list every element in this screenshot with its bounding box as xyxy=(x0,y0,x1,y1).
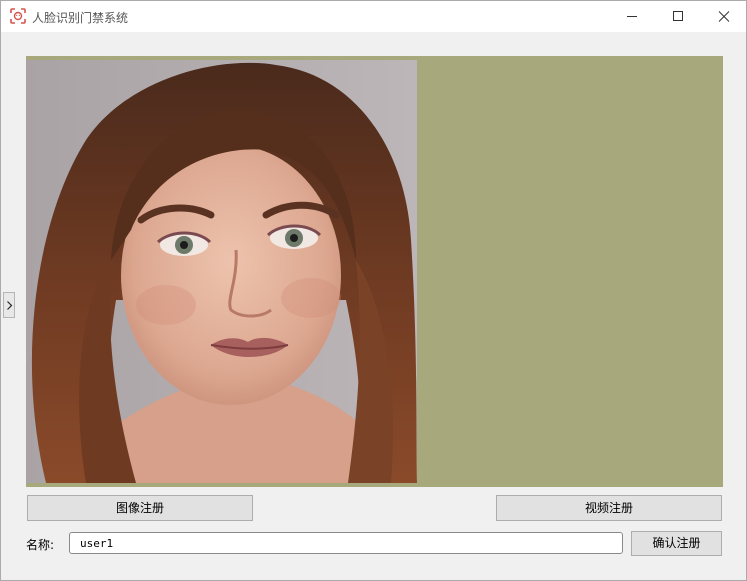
maximize-button[interactable] xyxy=(655,1,701,32)
minimize-button[interactable] xyxy=(609,1,655,32)
confirm-register-button[interactable]: 确认注册 xyxy=(631,531,722,556)
close-icon xyxy=(718,11,730,22)
close-button[interactable] xyxy=(701,1,747,32)
maximize-icon xyxy=(673,11,683,21)
minimize-icon xyxy=(627,16,637,17)
app-window: 人脸识别门禁系统 图像注册 视频注册 名称: user1 确认注册 xyxy=(0,0,747,581)
portrait-photo xyxy=(26,60,417,483)
name-input[interactable] xyxy=(69,532,623,554)
video-register-button[interactable]: 视频注册 xyxy=(496,495,722,521)
face-scan-icon xyxy=(10,8,26,24)
window-title: 人脸识别门禁系统 xyxy=(32,11,129,25)
title-bar[interactable]: 人脸识别门禁系统 xyxy=(1,1,746,32)
name-label: 名称: xyxy=(26,538,55,552)
sidebar-toggle-button[interactable] xyxy=(3,292,15,318)
image-register-button[interactable]: 图像注册 xyxy=(27,495,253,521)
video-display-area xyxy=(26,56,723,487)
chevron-right-icon xyxy=(7,301,13,310)
